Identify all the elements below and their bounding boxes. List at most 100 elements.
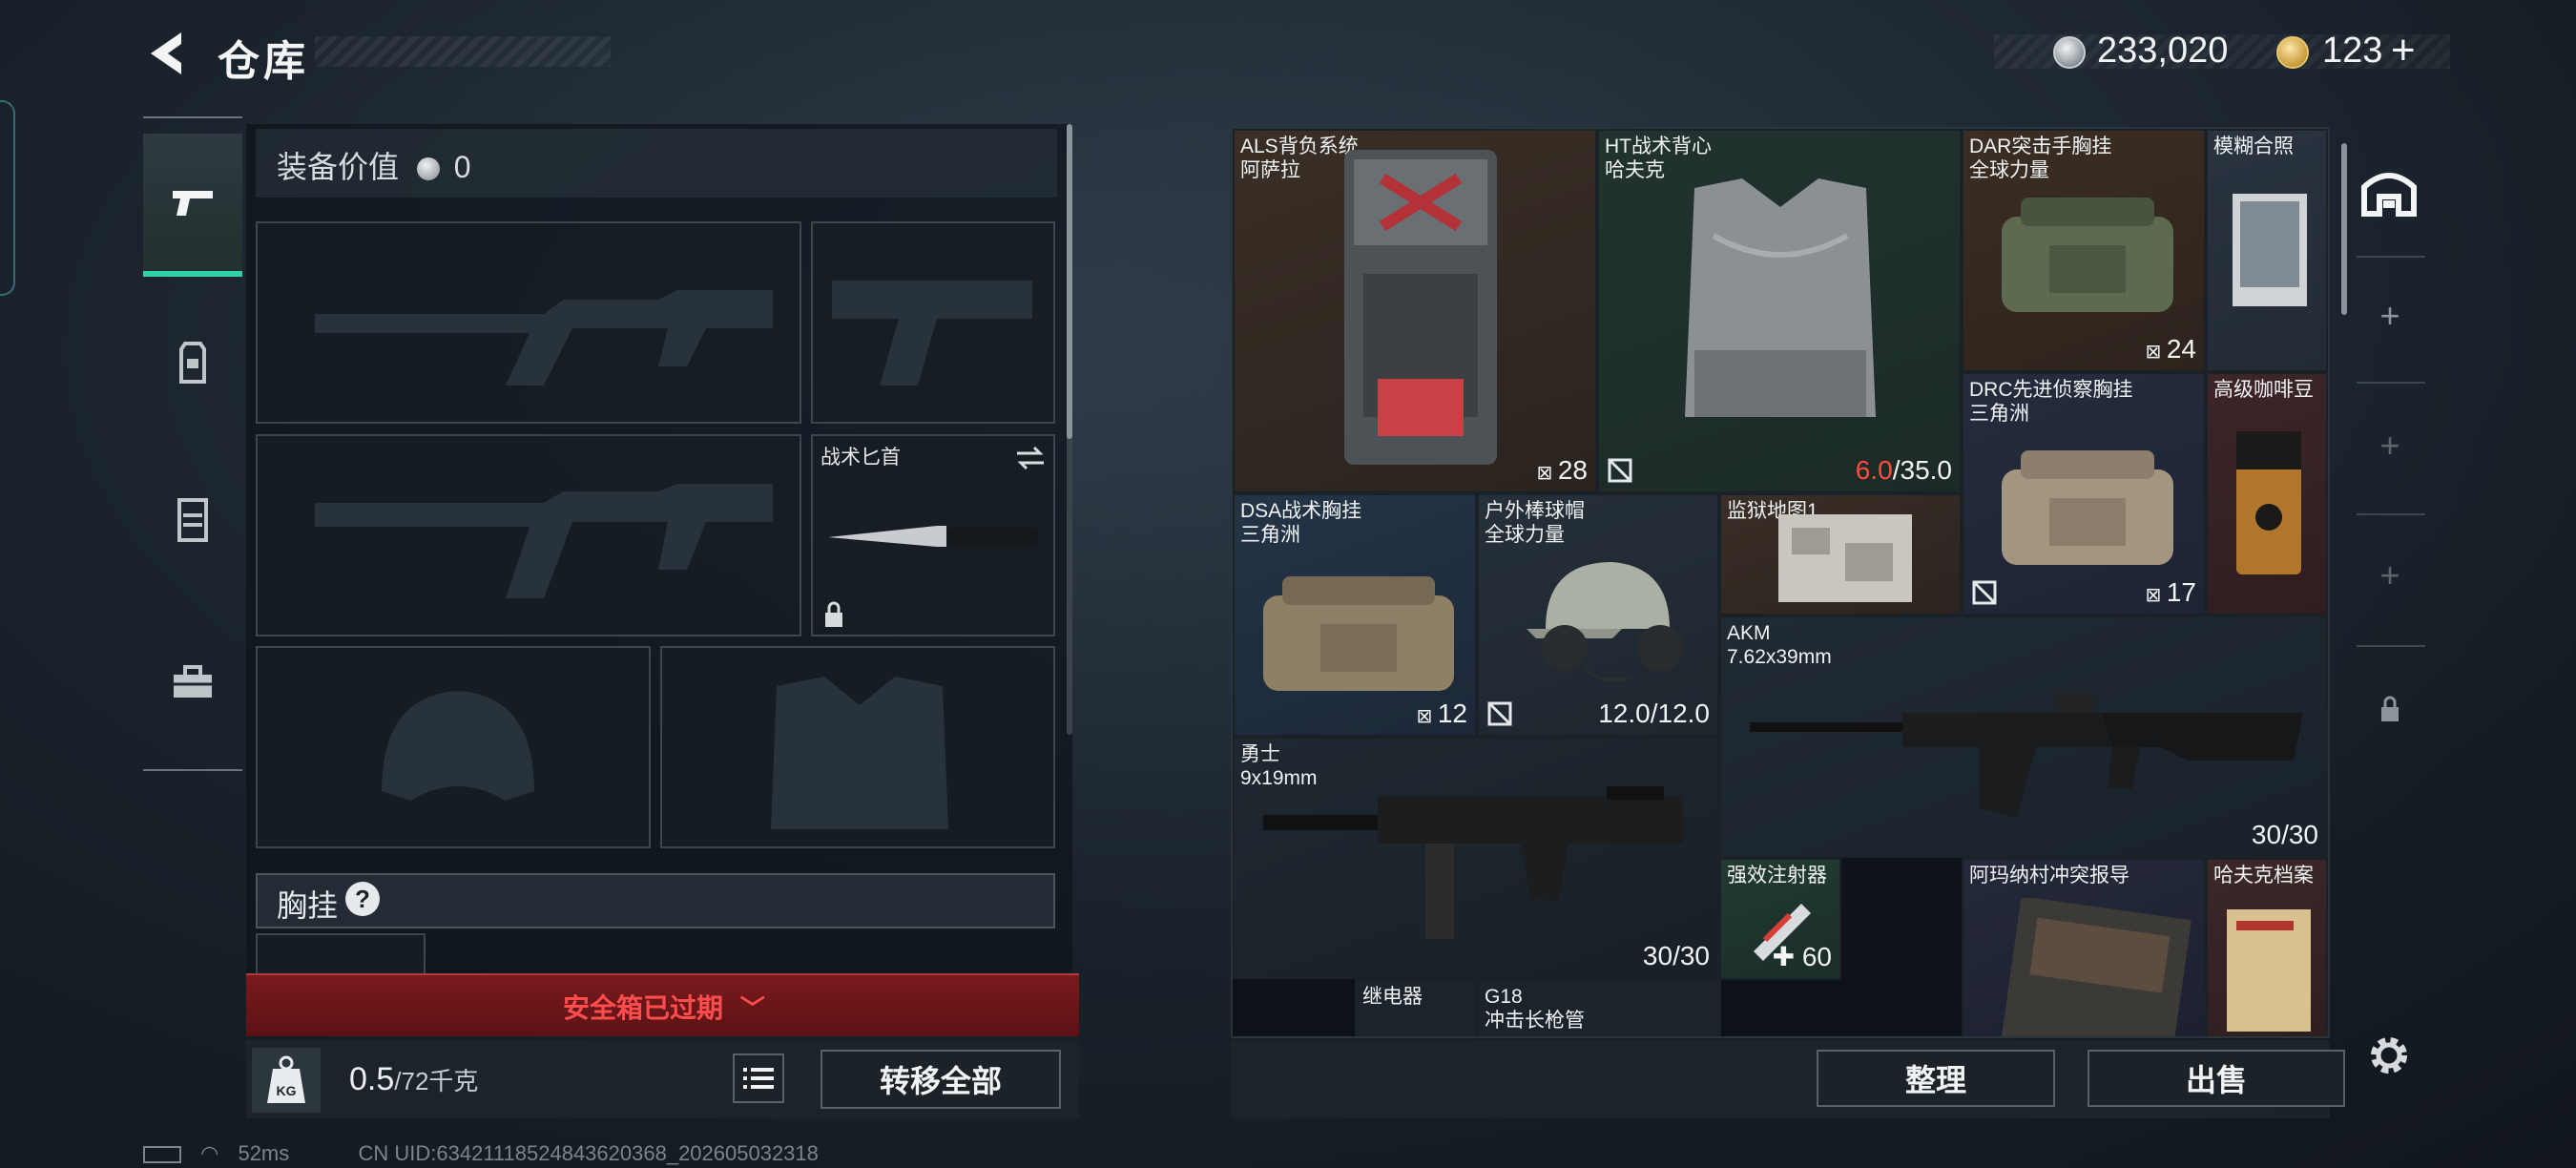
tab-toolbox[interactable] <box>143 611 242 754</box>
helmet-slot[interactable] <box>256 646 651 848</box>
silver-coin-icon <box>2053 36 2086 69</box>
warehouse-icon <box>2361 173 2417 217</box>
side-edge-handle[interactable] <box>0 100 15 296</box>
item-durability: 6.0/35.0 <box>1855 455 1952 485</box>
grid-scroll-thumb[interactable] <box>2341 143 2347 315</box>
chevron-down-icon: ﹀ <box>739 994 765 1023</box>
sell-button[interactable]: 出售 <box>2088 1050 2345 1107</box>
primary-weapon-slot[interactable] <box>256 221 801 424</box>
pistol-slot[interactable] <box>811 221 1055 424</box>
toolbox-icon <box>174 665 212 698</box>
gear-icon[interactable] <box>2364 1031 2414 1080</box>
list-icon <box>743 1068 774 1089</box>
tab-vest[interactable] <box>143 448 242 592</box>
add-currency-button[interactable]: + <box>2391 27 2416 74</box>
back-arrow-icon[interactable] <box>143 29 193 78</box>
transfer-all-button[interactable]: 转移全部 <box>821 1050 1061 1109</box>
rifle-silhouette-icon <box>315 484 773 598</box>
item-name: 哈夫克档案 <box>2213 865 2314 886</box>
chest-rig-label: 胸挂 <box>277 888 339 923</box>
plus-icon: ✚ <box>1772 942 1802 971</box>
capacity-icon: ⊠ <box>2145 585 2167 606</box>
no-insure-icon <box>1608 458 1632 483</box>
armor-vest-image <box>1685 178 1876 417</box>
item-name: 高级咖啡豆 <box>2213 379 2314 401</box>
item-blurry-photo[interactable]: 模糊合照 <box>2206 129 2328 372</box>
item-name: DRC先进侦察胸挂 三角洲 <box>1969 379 2133 425</box>
pistol-silhouette-icon <box>832 281 1032 386</box>
item-prison-map[interactable]: 监狱地图1 <box>1719 493 1962 615</box>
item-count: ⊠ 17 <box>2145 577 2196 607</box>
item-ammo: 30/30 <box>1642 941 1710 970</box>
weight-icon-box: KG <box>252 1048 321 1113</box>
armor-slot[interactable] <box>660 646 1055 848</box>
list-view-button[interactable] <box>733 1053 784 1103</box>
capacity-icon: ⊠ <box>1416 706 1438 727</box>
gold-coin-icon <box>2276 36 2309 69</box>
tab-divider-bottom <box>143 769 242 771</box>
safe-box-expired-label[interactable]: 安全箱已过期 ﹀ <box>563 988 765 1026</box>
item-relay[interactable]: 继电器 <box>1355 979 1477 1036</box>
capacity-icon: ⊠ <box>2145 342 2167 363</box>
rail-divider <box>2357 513 2425 515</box>
backpack-icon <box>179 342 206 384</box>
item-drc-chest-rig[interactable]: DRC先进侦察胸挂 三角洲 ⊠ 17 <box>1962 372 2206 615</box>
item-name: 模糊合照 <box>2213 136 2294 157</box>
add-storage-tab-button[interactable]: + <box>2376 555 2404 595</box>
coffee-bag-image <box>2236 431 2301 574</box>
page-title: 仓库 <box>218 38 309 85</box>
secondary-weapon-slot[interactable] <box>256 434 801 636</box>
weight-readout: 0.5/72千克 <box>349 1061 478 1098</box>
equipment-value-number: 0 <box>453 150 471 184</box>
item-akm[interactable]: AKM 7.62x39mm 30/30 <box>1719 615 2328 858</box>
rifle-image <box>1750 694 2303 818</box>
vest-icon <box>177 498 208 542</box>
no-insure-icon <box>1487 701 1512 726</box>
item-name: DAR突击手胸挂 全球力量 <box>1969 136 2112 181</box>
weight-kg-icon: KG <box>267 1055 305 1103</box>
silver-currency-value: 233,020 <box>2097 31 2229 71</box>
item-g18-barrel[interactable]: G18 冲击长枪管 <box>1477 979 1719 1036</box>
item-als-backpack[interactable]: ALS背负系统 阿萨拉 ⊠ 28 <box>1233 129 1597 493</box>
knife-slot[interactable]: 战术匕首 <box>811 434 1055 636</box>
item-dsa-chest-rig[interactable]: DSA战术胸挂 三角洲 ⊠ 12 <box>1233 493 1477 737</box>
equipment-scroll-thumb[interactable] <box>1067 124 1072 439</box>
rail-divider <box>2357 256 2425 258</box>
item-name: 阿玛纳村冲突报导 <box>1969 865 2129 886</box>
item-amana-report[interactable]: 阿玛纳村冲突报导 <box>1962 858 2206 1036</box>
photo-image <box>2233 194 2307 306</box>
knife-label: 战术匕首 <box>821 447 901 469</box>
storage-tab-main[interactable] <box>2345 136 2433 250</box>
add-storage-tab-button[interactable]: + <box>2376 426 2404 466</box>
pistol-icon <box>173 191 213 216</box>
item-count: ⊠ 24 <box>2145 334 2196 364</box>
map-image <box>1778 514 1912 602</box>
tab-backpack[interactable] <box>143 291 242 434</box>
item-count: ⊠ 28 <box>1536 455 1588 485</box>
title-strip-decor <box>315 36 611 67</box>
wifi-icon: ◠ <box>200 1141 219 1165</box>
chest-rig-slot[interactable] <box>256 933 426 975</box>
battery-icon <box>143 1146 181 1163</box>
sort-button[interactable]: 整理 <box>1817 1050 2055 1107</box>
item-dar-chest-rig[interactable]: DAR突击手胸挂 全球力量 ⊠ 24 <box>1962 129 2206 372</box>
inventory-grid: ALS背负系统 阿萨拉 ⊠ 28 HT战术背心 哈夫克 6.0/35.0 DAR… <box>1231 127 2330 1038</box>
item-name: 继电器 <box>1362 986 1423 1008</box>
item-ht-vest[interactable]: HT战术背心 哈夫克 6.0/35.0 <box>1597 129 1962 493</box>
tab-divider-top <box>143 116 242 118</box>
add-storage-tab-button[interactable]: + <box>2376 296 2404 336</box>
uid-text: CN UID:63421118524843620368_202605032318 <box>358 1141 819 1165</box>
tab-weapons[interactable] <box>143 134 242 277</box>
item-ammo: 30/30 <box>2251 820 2318 849</box>
folder-image <box>2227 909 2311 1032</box>
item-warrior-smg[interactable]: 勇士 9x19mm 30/30 <box>1233 737 1719 979</box>
item-haavk-files[interactable]: 哈夫克档案 <box>2206 858 2328 1036</box>
item-injector[interactable]: 强效注射器 ✚ 60 <box>1719 858 1841 980</box>
swap-arrows-icon[interactable] <box>1013 444 1048 472</box>
item-coffee-beans[interactable]: 高级咖啡豆 <box>2206 372 2328 615</box>
duffel-bag-image <box>2002 198 2173 312</box>
item-count: ✚ 60 <box>1772 942 1832 971</box>
help-icon[interactable]: ? <box>345 882 380 916</box>
magazine-image <box>2001 898 2192 1036</box>
item-baseball-cap[interactable]: 户外棒球帽 全球力量 12.0/12.0 <box>1477 493 1719 737</box>
